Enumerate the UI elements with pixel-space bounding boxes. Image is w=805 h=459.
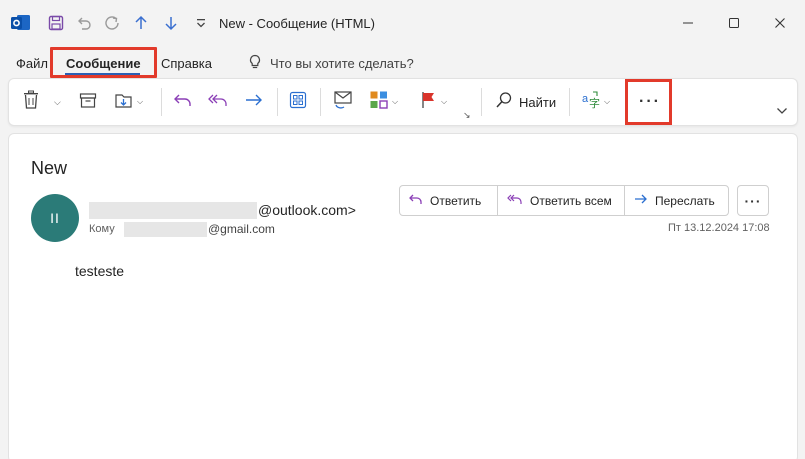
- reply-all-icon: [506, 192, 524, 209]
- svg-text:字: 字: [589, 96, 600, 110]
- reply-label: Ответить: [430, 193, 482, 208]
- reply-all-toolbar-button[interactable]: [207, 90, 229, 114]
- ribbon-separator: [481, 88, 482, 116]
- reply-toolbar-button[interactable]: [173, 90, 193, 114]
- collapse-icon[interactable]: [776, 103, 788, 121]
- redacted-sender: [89, 202, 257, 219]
- title-bar: New - Сообщение (HTML): [0, 0, 805, 46]
- categorize-icon: [369, 90, 389, 115]
- forward-icon: [244, 91, 264, 114]
- tell-me-label: Что вы хотите сделать?: [270, 56, 414, 71]
- arrow-up-icon[interactable]: [130, 12, 152, 34]
- message-date: Пт 13.12.2024 17:08: [668, 222, 770, 234]
- flag-icon: [420, 90, 438, 115]
- message-actions: Ответить Ответить всем Переслать: [399, 185, 729, 216]
- tab-highlight-box: [50, 47, 157, 78]
- translate-icon: a字: [581, 90, 601, 115]
- archive-icon: [79, 91, 97, 114]
- flag-dropdown-icon: ⌵: [441, 97, 448, 106]
- outlook-icon: [11, 14, 31, 32]
- tab-file[interactable]: Файл: [16, 56, 48, 71]
- translate-button[interactable]: a字 ⌵: [581, 90, 610, 114]
- recipient-address[interactable]: @gmail.com: [208, 222, 275, 236]
- ribbon-separator: [569, 88, 570, 116]
- archive-button[interactable]: [79, 90, 97, 114]
- move-dropdown-icon: ⌵: [137, 97, 144, 106]
- find-label: Найти: [519, 94, 557, 110]
- undo-icon[interactable]: [73, 12, 95, 34]
- delete-button[interactable]: [22, 90, 40, 114]
- tell-me-search[interactable]: Что вы хотите сделать?: [248, 54, 414, 73]
- ribbon-separator: [320, 88, 321, 116]
- reply-button[interactable]: Ответить: [400, 186, 497, 215]
- to-label: Кому: [89, 223, 115, 235]
- svg-text:a: a: [582, 93, 589, 105]
- sender-address[interactable]: @outlook.com>: [258, 202, 356, 218]
- move-icon: [114, 91, 134, 114]
- message-body: testeste: [75, 263, 125, 279]
- categorize-button[interactable]: ⌵: [369, 90, 398, 114]
- mark-unread-icon: [332, 90, 354, 115]
- message-subject: New: [31, 158, 68, 178]
- redo-icon[interactable]: [101, 12, 123, 34]
- save-icon[interactable]: [45, 12, 67, 34]
- apps-icon: [289, 91, 307, 114]
- dialog-launcher-icon[interactable]: ↘: [463, 110, 471, 121]
- forward-label: Переслать: [655, 193, 715, 208]
- close-icon[interactable]: [770, 13, 790, 33]
- reply-icon: [408, 192, 424, 209]
- reading-pane: [8, 133, 798, 459]
- reply-all-label: Ответить всем: [530, 193, 612, 208]
- ribbon-separator: [277, 88, 278, 116]
- maximize-icon[interactable]: [724, 13, 744, 33]
- find-button[interactable]: Найти: [495, 90, 556, 114]
- reply-all-button[interactable]: Ответить всем: [497, 186, 624, 215]
- forward-toolbar-button[interactable]: [244, 90, 264, 114]
- move-button[interactable]: ⌵: [114, 90, 143, 114]
- forward-button[interactable]: Переслать: [624, 186, 728, 215]
- arrow-down-icon[interactable]: [160, 12, 182, 34]
- categorize-dropdown-icon: ⌵: [392, 97, 399, 106]
- apps-button[interactable]: [289, 90, 307, 114]
- flag-button[interactable]: ⌵: [420, 90, 447, 114]
- reply-icon: [173, 91, 193, 114]
- delete-dropdown-icon[interactable]: ⌵: [54, 90, 61, 114]
- find-icon: [495, 91, 513, 114]
- redacted-recipient: [124, 222, 207, 237]
- tab-help[interactable]: Справка: [161, 56, 212, 71]
- delete-icon: [22, 90, 40, 115]
- lightbulb-icon: [248, 54, 262, 73]
- minimize-icon[interactable]: [678, 13, 698, 33]
- message-more-button[interactable]: ···: [737, 185, 769, 216]
- customize-icon[interactable]: [190, 12, 212, 34]
- forward-icon: [633, 192, 649, 209]
- mark-unread-button[interactable]: [332, 90, 354, 114]
- avatar-initials: II: [50, 210, 60, 226]
- window-title: New - Сообщение (HTML): [219, 16, 375, 31]
- ribbon-separator: [161, 88, 162, 116]
- translate-dropdown-icon: ⌵: [604, 97, 611, 106]
- avatar[interactable]: II: [31, 194, 79, 242]
- reply-all-icon: [207, 91, 229, 114]
- more-commands-button[interactable]: ···: [639, 93, 661, 111]
